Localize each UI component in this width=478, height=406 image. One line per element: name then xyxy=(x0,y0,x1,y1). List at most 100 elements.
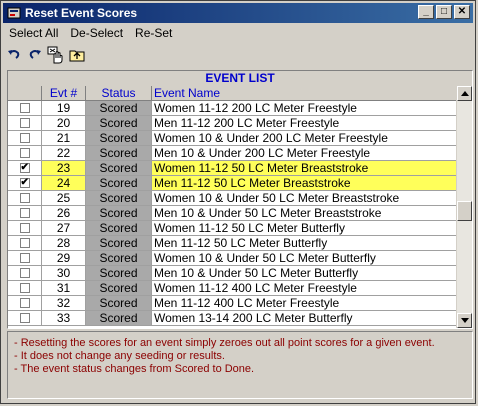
table-row[interactable]: 25 Scored Women 10 & Under 50 LC Meter Bre… xyxy=(8,191,457,206)
col-header-event-name[interactable]: Event Name xyxy=(152,86,457,101)
title-bar[interactable]: Reset Event Scores _ □ ✕ xyxy=(3,3,473,23)
row-checkbox[interactable] xyxy=(19,208,30,218)
event-name: Men 11-12 50 LC Meter Butterfly xyxy=(152,236,457,251)
menu-re-set[interactable]: Re-Set xyxy=(129,26,178,40)
event-name: Women 11-12 200 LC Meter Freestyle xyxy=(152,101,457,116)
row-checkbox[interactable] xyxy=(19,133,30,143)
event-name: Women 10 & Under 50 LC Meter Butterfly xyxy=(152,251,457,266)
note-line: - Resetting the scores for an event simp… xyxy=(14,337,435,349)
row-checkbox[interactable] xyxy=(19,238,30,248)
row-checkbox-cell[interactable] xyxy=(8,236,42,251)
event-list-grid[interactable]: EVENT LIST Evt # Status Event Name 19 Sco… xyxy=(7,70,473,329)
close-button[interactable]: ✕ xyxy=(454,5,470,19)
menu-select-all[interactable]: Select All xyxy=(3,26,64,40)
evt-number: 19 xyxy=(42,101,86,116)
row-checkbox-cell[interactable] xyxy=(8,281,42,296)
row-checkbox[interactable] xyxy=(19,103,30,113)
evt-number: 32 xyxy=(42,296,86,311)
reset-hand-icon[interactable] xyxy=(47,46,65,64)
close-icon: ✕ xyxy=(457,6,467,17)
row-checkbox[interactable] xyxy=(19,298,30,308)
table-row[interactable]: 22 Scored Men 10 & Under 200 LC Meter Free… xyxy=(8,146,457,161)
window-title: Reset Event Scores xyxy=(25,6,138,20)
evt-number: 21 xyxy=(42,131,86,146)
row-checkbox-cell[interactable] xyxy=(8,206,42,221)
event-name: Men 10 & Under 50 LC Meter Breaststroke xyxy=(152,206,457,221)
evt-number: 28 xyxy=(42,236,86,251)
evt-number: 23 xyxy=(42,161,86,176)
row-checkbox-cell[interactable] xyxy=(8,266,42,281)
event-name: Women 11-12 400 LC Meter Freestyle xyxy=(152,281,457,296)
window-controls: _ □ ✕ xyxy=(416,5,470,19)
row-checkbox-cell[interactable]: ✔ xyxy=(8,176,42,191)
row-checkbox-cell[interactable] xyxy=(8,191,42,206)
col-header-check[interactable] xyxy=(8,86,42,101)
evt-number: 22 xyxy=(42,146,86,161)
table-row[interactable]: 29 Scored Women 10 & Under 50 LC Meter But… xyxy=(8,251,457,266)
scroll-down-button[interactable] xyxy=(457,313,472,328)
evt-number: 33 xyxy=(42,311,86,326)
up-folder-icon[interactable] xyxy=(68,46,86,64)
evt-number: 31 xyxy=(42,281,86,296)
table-row[interactable]: 26 Scored Men 10 & Under 50 LC Meter Breas… xyxy=(8,206,457,221)
event-name: Women 13-14 200 LC Meter Butterfly xyxy=(152,311,457,326)
row-checkbox[interactable] xyxy=(19,268,30,278)
notes-panel: - Resetting the scores for an event simp… xyxy=(7,331,473,399)
table-row[interactable]: 21 Scored Women 10 & Under 200 LC Meter Fr… xyxy=(8,131,457,146)
menu-bar: Select All De-Select Re-Set xyxy=(3,24,178,42)
undo-icon[interactable] xyxy=(5,46,23,64)
row-checkbox[interactable]: ✔ xyxy=(19,163,30,173)
row-checkbox-cell[interactable] xyxy=(8,101,42,116)
row-checkbox[interactable] xyxy=(19,118,30,128)
table-row[interactable]: 27 Scored Women 11-12 50 LC Meter Butterfl… xyxy=(8,221,457,236)
status-cell: Scored xyxy=(86,266,152,281)
evt-number: 20 xyxy=(42,116,86,131)
status-cell: Scored xyxy=(86,296,152,311)
row-checkbox-cell[interactable] xyxy=(8,116,42,131)
row-checkbox-cell[interactable] xyxy=(8,146,42,161)
table-row[interactable]: 30 Scored Men 10 & Under 50 LC Meter Butte… xyxy=(8,266,457,281)
table-row[interactable]: 32 Scored Men 11-12 400 LC Meter Freestyle xyxy=(8,296,457,311)
status-cell: Scored xyxy=(86,116,152,131)
evt-number: 30 xyxy=(42,266,86,281)
status-cell: Scored xyxy=(86,311,152,326)
row-checkbox-cell[interactable] xyxy=(8,296,42,311)
scroll-up-button[interactable] xyxy=(457,86,472,101)
row-checkbox-cell[interactable] xyxy=(8,131,42,146)
event-name: Men 11-12 50 LC Meter Breaststroke xyxy=(152,176,457,191)
row-checkbox[interactable] xyxy=(19,223,30,233)
row-checkbox[interactable] xyxy=(19,253,30,263)
table-row[interactable]: ✔ 24 Scored Men 11-12 50 LC Meter Breaststr… xyxy=(8,176,457,191)
redo-icon[interactable] xyxy=(26,46,44,64)
row-checkbox[interactable]: ✔ xyxy=(19,178,30,188)
row-checkbox-cell[interactable] xyxy=(8,311,42,326)
row-checkbox[interactable] xyxy=(19,283,30,293)
table-row[interactable]: 33 Scored Women 13-14 200 LC Meter Butterf… xyxy=(8,311,457,326)
vertical-scrollbar[interactable] xyxy=(456,86,472,328)
evt-number: 24 xyxy=(42,176,86,191)
scroll-thumb[interactable] xyxy=(457,201,472,221)
event-name: Women 10 & Under 50 LC Meter Breaststrok… xyxy=(152,191,457,206)
app-icon xyxy=(7,6,21,20)
reset-event-scores-window: Reset Event Scores _ □ ✕ Select All De-S… xyxy=(0,0,476,404)
event-name: Men 11-12 200 LC Meter Freestyle xyxy=(152,116,457,131)
maximize-icon: □ xyxy=(440,6,448,17)
row-checkbox[interactable] xyxy=(19,313,30,323)
minimize-button[interactable]: _ xyxy=(418,5,434,19)
table-row[interactable]: ✔ 23 Scored Women 11-12 50 LC Meter Breasts… xyxy=(8,161,457,176)
table-row[interactable]: 20 Scored Men 11-12 200 LC Meter Freestyle xyxy=(8,116,457,131)
minimize-icon: _ xyxy=(423,6,429,17)
row-checkbox-cell[interactable]: ✔ xyxy=(8,161,42,176)
table-row[interactable]: 19 Scored Women 11-12 200 LC Meter Freesty… xyxy=(8,101,457,116)
note-line: - The event status changes from Scored t… xyxy=(14,363,255,375)
table-row[interactable]: 31 Scored Women 11-12 400 LC Meter Freesty… xyxy=(8,281,457,296)
row-checkbox-cell[interactable] xyxy=(8,221,42,236)
col-header-evt[interactable]: Evt # xyxy=(42,86,86,101)
menu-de-select[interactable]: De-Select xyxy=(64,26,129,40)
row-checkbox[interactable] xyxy=(19,148,30,158)
maximize-button[interactable]: □ xyxy=(436,5,452,19)
col-header-status[interactable]: Status xyxy=(86,86,152,101)
row-checkbox[interactable] xyxy=(19,193,30,203)
row-checkbox-cell[interactable] xyxy=(8,251,42,266)
table-row[interactable]: 28 Scored Men 11-12 50 LC Meter Butterfly xyxy=(8,236,457,251)
